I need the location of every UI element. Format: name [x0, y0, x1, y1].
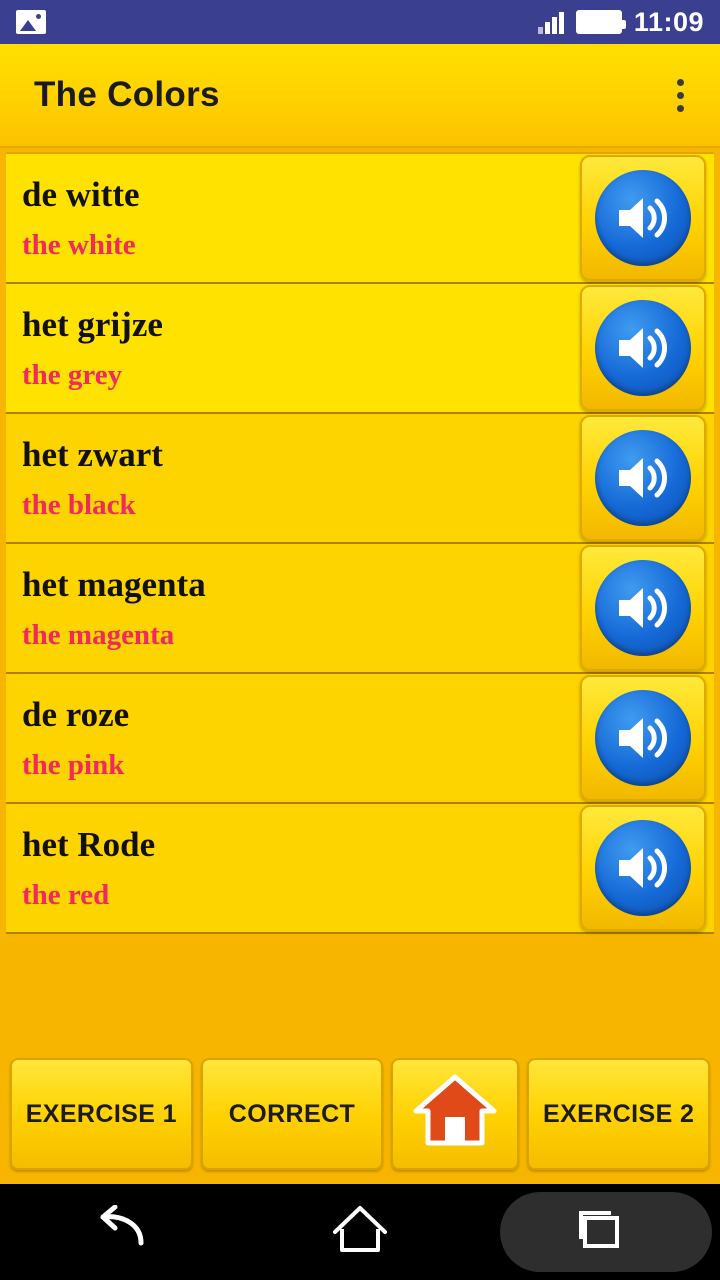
- back-arrow-icon: [91, 1204, 149, 1260]
- list-item-translation: the black: [22, 488, 136, 521]
- battery-icon: [575, 10, 626, 34]
- speak-button[interactable]: [580, 545, 706, 671]
- speak-button[interactable]: [580, 415, 706, 541]
- list-item[interactable]: het zwart the black: [6, 414, 714, 544]
- status-bar-right: 11:09: [537, 6, 704, 38]
- speak-button[interactable]: [580, 285, 706, 411]
- list-item[interactable]: het magenta the magenta: [6, 544, 714, 674]
- list-item-term: het Rode: [22, 824, 156, 864]
- list-item-term: het zwart: [22, 434, 163, 474]
- home-icon: [412, 1073, 498, 1156]
- status-bar: 11:09: [0, 0, 720, 44]
- list-item[interactable]: het Rode the red: [6, 804, 714, 934]
- speaker-icon: [595, 690, 691, 786]
- list-item-texts: de roze the pink: [22, 695, 129, 782]
- list-item-term: het grijze: [22, 304, 163, 344]
- list-item-translation: the white: [22, 228, 136, 261]
- list-item-term: de roze: [22, 694, 130, 734]
- speak-button[interactable]: [580, 675, 706, 801]
- app-bar: The Colors: [0, 44, 720, 148]
- list-item-texts: de witte the white: [22, 175, 140, 262]
- status-bar-left: [16, 10, 46, 34]
- speaker-icon: [595, 820, 691, 916]
- list-item-texts: het magenta the magenta: [22, 565, 206, 652]
- nav-home-button[interactable]: [240, 1184, 480, 1280]
- list-item-translation: the pink: [22, 748, 125, 781]
- nav-recents-button[interactable]: [480, 1184, 720, 1280]
- home-button[interactable]: [391, 1058, 520, 1170]
- speak-button[interactable]: [580, 155, 706, 281]
- list-item-term: de witte: [22, 174, 140, 214]
- list-item-texts: het Rode the red: [22, 825, 155, 912]
- exercise-2-button[interactable]: EXERCISE 2: [527, 1058, 711, 1170]
- recent-apps-icon: [571, 1205, 629, 1260]
- system-nav-bar: [0, 1184, 720, 1280]
- list-item[interactable]: het grijze the grey: [6, 284, 714, 414]
- speak-button[interactable]: [580, 805, 706, 931]
- list-item-term: het magenta: [22, 564, 206, 604]
- list-item-texts: het grijze the grey: [22, 305, 163, 392]
- signal-bars-icon: [537, 10, 564, 34]
- list-item[interactable]: de witte the white: [6, 154, 714, 284]
- list-item-texts: het zwart the black: [22, 435, 163, 522]
- correct-button[interactable]: CORRECT: [200, 1058, 384, 1170]
- vocabulary-list-container: de witte the white het grijze the grey h…: [0, 148, 720, 1044]
- speaker-icon: [595, 300, 691, 396]
- exercise-1-button[interactable]: EXERCISE 1: [10, 1058, 193, 1170]
- list-item-translation: the magenta: [22, 618, 175, 651]
- overflow-menu-icon[interactable]: [663, 69, 698, 122]
- phone-screen: 11:09 The Colors de witte the white het …: [0, 0, 720, 1280]
- speaker-icon: [595, 430, 691, 526]
- speaker-icon: [595, 560, 691, 656]
- bottom-button-bar: EXERCISE 1 CORRECT EXERCISE 2: [0, 1044, 720, 1184]
- list-item-translation: the grey: [22, 358, 123, 391]
- image-icon: [16, 10, 46, 34]
- home-outline-icon: [331, 1204, 389, 1261]
- list-item-translation: the red: [22, 878, 110, 911]
- speaker-icon: [595, 170, 691, 266]
- status-bar-clock: 11:09: [633, 6, 704, 37]
- list-item[interactable]: de roze the pink: [6, 674, 714, 804]
- nav-back-button[interactable]: [0, 1184, 240, 1280]
- page-title: The Colors: [34, 75, 220, 114]
- vocabulary-list: de witte the white het grijze the grey h…: [6, 152, 714, 934]
